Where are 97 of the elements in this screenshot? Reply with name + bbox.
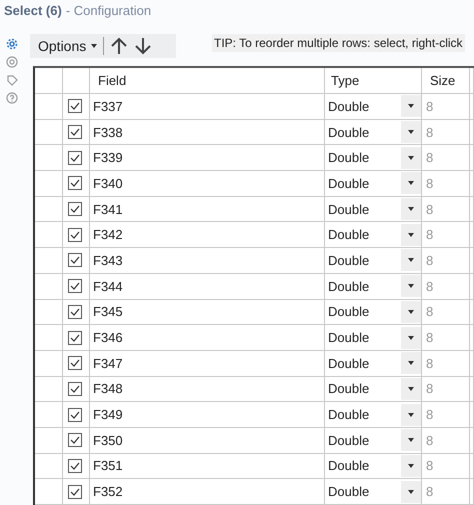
arrow-up-icon <box>110 37 128 55</box>
field-name: F338 <box>93 124 123 140</box>
checkbox[interactable] <box>68 330 82 345</box>
checkbox[interactable] <box>68 484 82 499</box>
size-value: 8 <box>426 252 434 268</box>
caret-icon <box>408 412 414 417</box>
field-name: F351 <box>93 458 123 474</box>
caret-icon <box>408 232 414 237</box>
checkbox[interactable] <box>68 176 82 190</box>
type-dropdown[interactable]: Double <box>325 325 421 350</box>
caret-icon <box>408 181 414 186</box>
move-up-button[interactable] <box>110 37 128 55</box>
type-dropdown[interactable]: Double <box>325 454 421 478</box>
size-value: 8 <box>426 227 434 242</box>
field-name: F337 <box>93 98 123 114</box>
type-dropdown[interactable]: Double <box>325 94 421 119</box>
move-down-button[interactable] <box>134 37 152 55</box>
checkbox[interactable] <box>68 433 82 448</box>
size-value: 8 <box>426 356 434 371</box>
checkbox[interactable] <box>68 150 82 165</box>
size-value: 8 <box>426 98 434 114</box>
size-value: 8 <box>426 381 434 396</box>
column-header: Type <box>331 73 360 88</box>
caret-icon <box>408 464 414 468</box>
column-header: Size <box>430 73 456 88</box>
table-cell <box>35 68 63 94</box>
caret-icon <box>91 44 98 48</box>
size-value: 8 <box>426 407 434 422</box>
window-title: Select (6) <box>4 2 62 18</box>
field-name: F343 <box>93 252 123 268</box>
type-dropdown[interactable]: Double <box>325 222 421 248</box>
field-name: F345 <box>93 304 123 320</box>
caret-icon <box>408 310 414 314</box>
field-name: F344 <box>93 278 123 294</box>
caret-icon <box>408 284 414 288</box>
field-name: F347 <box>93 356 123 371</box>
type-dropdown[interactable]: Double <box>325 300 421 324</box>
field-name: F339 <box>93 150 123 166</box>
field-name: F342 <box>93 227 123 242</box>
checkbox[interactable] <box>68 228 82 242</box>
field-name: F348 <box>93 381 123 396</box>
target-icon[interactable] <box>6 56 18 68</box>
caret-icon <box>408 361 414 366</box>
caret-icon <box>408 258 414 262</box>
tip-text: TIP: To reorder multiple rows: select, right-click <box>212 34 465 52</box>
caret-icon <box>408 336 414 340</box>
caret-icon <box>408 438 414 442</box>
type-dropdown[interactable]: Double <box>325 145 421 170</box>
type-dropdown[interactable]: Double <box>325 479 421 504</box>
settings-icon[interactable] <box>6 38 18 50</box>
field-name: F341 <box>93 202 123 217</box>
caret-icon <box>408 207 414 212</box>
options-button[interactable]: Options <box>38 38 98 54</box>
caret-icon <box>408 490 414 494</box>
column-header: Field <box>98 73 126 88</box>
checkbox[interactable] <box>68 202 82 216</box>
arrow-down-icon <box>134 37 152 55</box>
window-subtitle: - Configuration <box>66 2 152 18</box>
field-name: F340 <box>93 176 123 191</box>
checkbox[interactable] <box>68 382 82 396</box>
type-dropdown[interactable]: Double <box>325 120 421 144</box>
size-value: 8 <box>426 432 434 448</box>
type-dropdown[interactable]: Double <box>325 248 421 273</box>
help-icon[interactable] <box>6 92 18 104</box>
type-dropdown[interactable]: Double <box>325 171 421 196</box>
size-value: 8 <box>426 304 434 320</box>
field-name: F352 <box>93 484 123 500</box>
size-value: 8 <box>426 278 434 294</box>
checkbox[interactable] <box>68 408 82 422</box>
field-name: F350 <box>93 432 123 448</box>
type-dropdown[interactable]: Double <box>325 274 421 298</box>
checkbox[interactable] <box>68 279 82 294</box>
size-value: 8 <box>426 124 434 140</box>
caret-icon <box>408 104 414 108</box>
caret-icon <box>408 386 414 391</box>
checkbox[interactable] <box>68 356 82 370</box>
type-dropdown[interactable]: Double <box>325 402 421 427</box>
size-value: 8 <box>426 176 434 191</box>
field-name: F349 <box>93 407 123 422</box>
checkbox[interactable] <box>68 125 82 140</box>
caret-icon <box>408 130 414 134</box>
size-value: 8 <box>426 484 434 500</box>
tag-icon[interactable] <box>6 74 18 86</box>
checkbox[interactable] <box>68 458 82 473</box>
type-dropdown[interactable]: Double <box>325 376 421 402</box>
caret-icon <box>408 156 414 160</box>
checkbox[interactable] <box>68 304 82 319</box>
size-value: 8 <box>426 330 434 346</box>
type-dropdown[interactable]: Double <box>325 350 421 376</box>
type-dropdown[interactable]: Double <box>325 196 421 222</box>
size-value: 8 <box>426 150 434 166</box>
checkbox[interactable] <box>68 253 82 268</box>
type-dropdown[interactable]: Double <box>325 428 421 453</box>
size-value: 8 <box>426 458 434 474</box>
checkbox[interactable] <box>68 99 82 114</box>
size-value: 8 <box>426 202 434 217</box>
field-name: F346 <box>93 330 123 346</box>
